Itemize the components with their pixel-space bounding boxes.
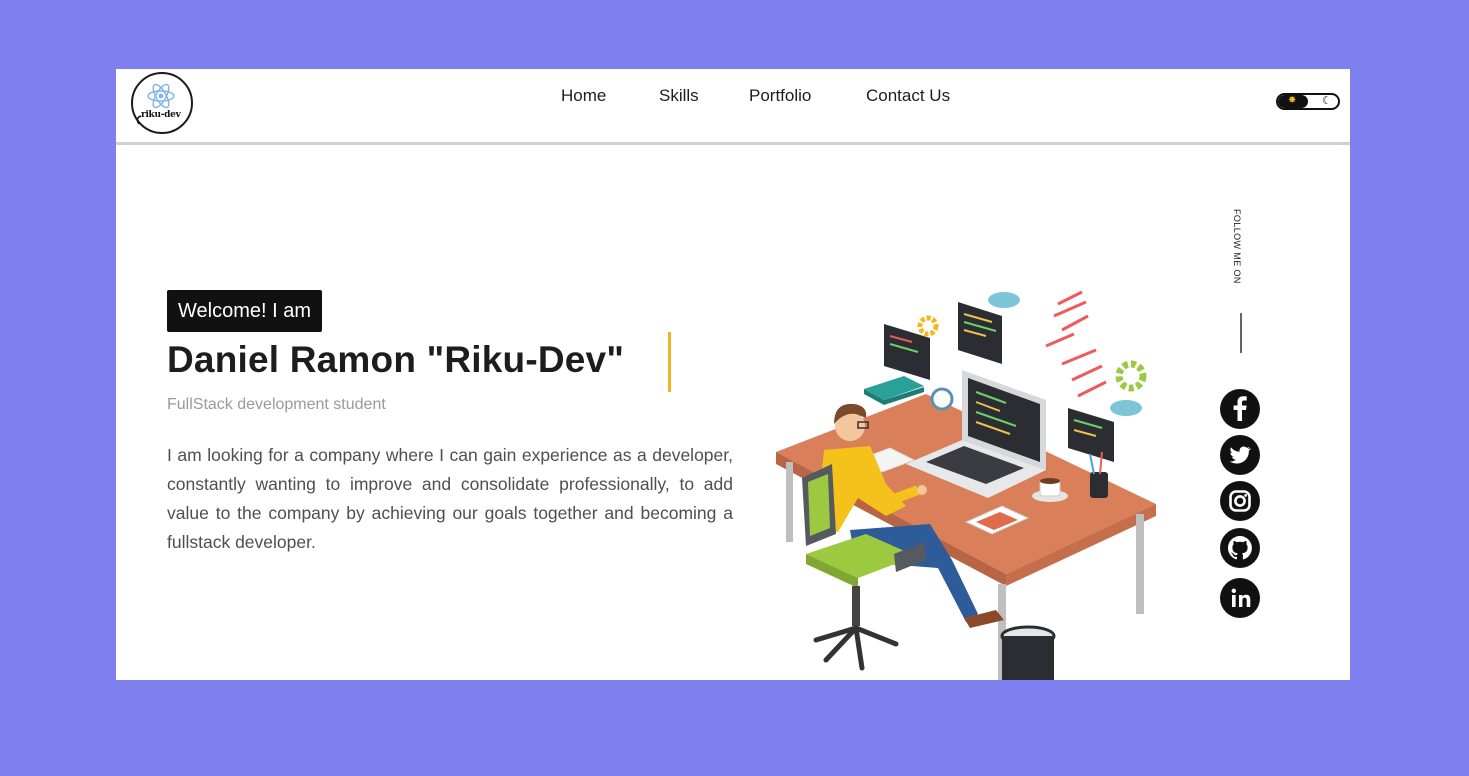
welcome-badge: Welcome! I am [167,290,322,332]
theme-toggle[interactable]: ✸ ☾ [1276,93,1340,110]
facebook-icon[interactable] [1220,389,1260,429]
nav-links: Home Skills Portfolio Contact Us [116,86,1350,110]
nav-portfolio[interactable]: Portfolio [749,86,811,106]
twitter-icon[interactable] [1220,435,1260,475]
follow-divider [1240,313,1242,353]
sun-icon: ✸ [1288,95,1297,106]
github-icon[interactable] [1220,528,1260,568]
page-card: riku-dev Home Skills Portfolio Contact U… [116,69,1350,680]
typing-cursor [668,332,671,392]
linkedin-icon[interactable] [1220,578,1260,618]
nav-home[interactable]: Home [561,86,606,106]
follow-me-label: FOLLOW ME ON [1232,209,1242,284]
moon-icon: ☾ [1322,95,1332,107]
hero-name: Daniel Ramon "Riku-Dev" [167,339,625,380]
instagram-icon[interactable] [1220,481,1260,521]
navbar: riku-dev Home Skills Portfolio Contact U… [116,69,1350,145]
hero-subtitle: FullStack development student [167,396,386,413]
logo-text: riku-dev [141,110,181,120]
hero-description: I am looking for a company where I can g… [167,445,733,552]
nav-skills[interactable]: Skills [659,86,699,106]
developer-desk-illustration [776,290,1156,680]
nav-contact-us[interactable]: Contact Us [866,86,950,106]
